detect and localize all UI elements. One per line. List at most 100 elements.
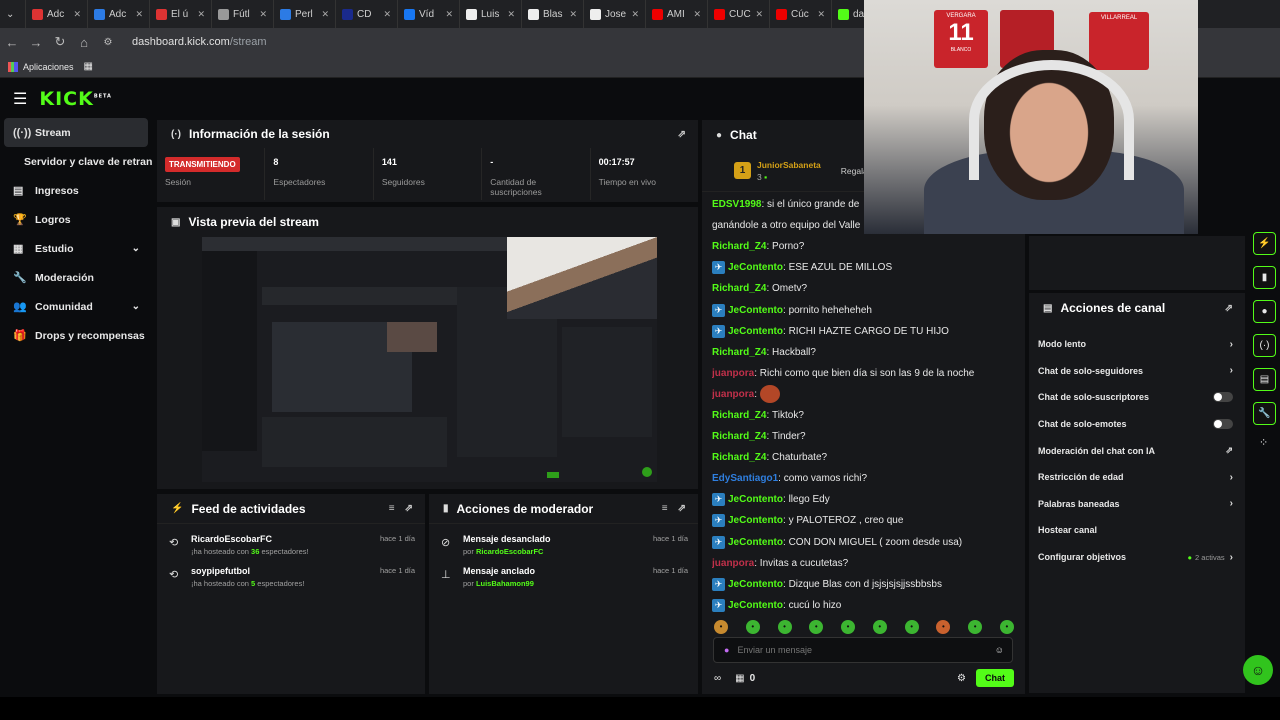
chat-username[interactable]: JeContento [728, 326, 783, 337]
chat-username[interactable]: EDSV1998 [712, 199, 761, 210]
grid-icon[interactable]: ▦ [84, 61, 93, 72]
close-icon[interactable]: ✕ [631, 9, 639, 20]
mic-icon[interactable]: ● [724, 645, 729, 655]
sidebar-item-comunidad[interactable]: 👥 Comunidad ⌄ [0, 292, 152, 321]
close-icon[interactable]: ✕ [197, 9, 205, 20]
chat-username[interactable]: Richard_Z4 [712, 431, 766, 442]
emote-icon[interactable]: • [714, 620, 728, 634]
forward-button[interactable]: → [24, 35, 48, 50]
chat-username[interactable]: juanpora [712, 389, 754, 400]
sidebar-item-moderacion[interactable]: 🔧 Moderación [0, 263, 152, 292]
browser-tab[interactable]: CD ✕ [336, 0, 398, 28]
emote-icon[interactable]: • [872, 620, 887, 634]
browser-tab[interactable]: Adc ✕ [88, 0, 150, 28]
tab-list-button[interactable]: ⌄ [0, 0, 26, 28]
chat-username[interactable]: JeContento [728, 537, 783, 548]
browser-tab[interactable]: Perl ✕ [274, 0, 336, 28]
url-field[interactable]: dashboard.kick.com/stream [132, 36, 267, 48]
channel-action-row[interactable]: Palabras baneadas › [1029, 491, 1245, 518]
menu-icon[interactable]: ☰ [13, 89, 27, 109]
wrench-icon[interactable]: 🔧 [1253, 402, 1276, 425]
close-icon[interactable]: ✕ [73, 9, 81, 20]
channel-action-row[interactable]: Chat de solo-seguidores › [1029, 358, 1245, 385]
sidebar-item-drops[interactable]: 🎁 Drops y recompensas [0, 321, 152, 350]
browser-tab[interactable]: Blas ✕ [522, 0, 584, 28]
external-link-icon[interactable]: ⇗ [1225, 445, 1233, 456]
sidebar-item-logros[interactable]: 🏆 Logros [0, 205, 152, 234]
browser-tab[interactable]: AMI ✕ [646, 0, 708, 28]
browser-tab[interactable]: Cúc ✕ [770, 0, 832, 28]
channel-action-row[interactable]: Configurar objetivos2 activas› [1029, 544, 1245, 571]
emoji-icon[interactable]: ☺ [995, 645, 1004, 655]
browser-tab[interactable]: Víd ✕ [398, 0, 460, 28]
chat-username[interactable]: JeContento [728, 305, 783, 316]
chat-username[interactable]: JeContento [728, 600, 783, 611]
chat-username[interactable]: juanpora [712, 558, 754, 569]
toggle-switch[interactable] [1213, 392, 1233, 403]
back-button[interactable]: ← [0, 35, 24, 50]
emote-icon[interactable]: • [809, 620, 824, 634]
chat-username[interactable]: JeContento [728, 515, 783, 526]
sidebar-item-stream[interactable]: ((·)) Stream [4, 118, 148, 147]
broadcast-icon[interactable]: (·) [1253, 334, 1276, 357]
chat-username[interactable]: JeContento [728, 579, 783, 590]
channel-action-row[interactable]: Restricción de edad › [1029, 464, 1245, 491]
chat-username[interactable]: JeContento [728, 262, 783, 273]
chat-username[interactable]: Richard_Z4 [712, 347, 766, 358]
chat-username[interactable]: Richard_Z4 [712, 283, 766, 294]
emote-icon[interactable]: • [936, 620, 951, 634]
chat-username[interactable]: Richard_Z4 [712, 410, 766, 421]
channel-action-row[interactable]: Moderación del chat con IA ⇗ [1029, 437, 1245, 464]
chat-username[interactable]: juanpora [712, 368, 754, 379]
home-button[interactable]: ⌂ [72, 35, 96, 50]
browser-tab[interactable]: Adc ✕ [26, 0, 88, 28]
close-icon[interactable]: ✕ [445, 9, 453, 20]
channel-action-row[interactable]: Chat de solo-emotes [1029, 411, 1245, 438]
channel-action-row[interactable]: Chat de solo-suscriptores [1029, 384, 1245, 411]
sidebar-item-server-key[interactable]: Servidor y clave de retransmisión [0, 147, 152, 176]
chat-icon[interactable]: ● [1253, 300, 1276, 323]
chat-username[interactable]: Richard_Z4 [712, 452, 766, 463]
emote-icon[interactable]: • [904, 620, 919, 634]
close-icon[interactable]: ✕ [135, 9, 143, 20]
browser-tab[interactable]: Fútl ✕ [212, 0, 274, 28]
browser-tab[interactable]: Luis ✕ [460, 0, 522, 28]
popout-icon[interactable]: ⇗ [678, 503, 686, 514]
chat-message-input[interactable] [737, 645, 968, 655]
popout-icon[interactable]: ⇗ [678, 129, 686, 140]
settings-icon[interactable]: ⚙ [957, 673, 966, 684]
chat-username[interactable]: JeContento [728, 494, 783, 505]
chat-input[interactable]: ● ☺ [713, 637, 1013, 663]
popout-icon[interactable]: ⇗ [1225, 303, 1233, 314]
reload-button[interactable]: ↻ [48, 34, 72, 50]
browser-tab[interactable]: Jose ✕ [584, 0, 646, 28]
sidebar-item-estudio[interactable]: ▦ Estudio ⌄ [0, 234, 152, 263]
popout-icon[interactable]: ⇗ [405, 503, 413, 514]
close-icon[interactable]: ✕ [507, 9, 515, 20]
support-chat-button[interactable]: ☺ [1243, 655, 1273, 685]
emote-icon[interactable]: • [841, 620, 856, 634]
kick-logo[interactable]: KICKBETA [39, 88, 112, 110]
stream-preview-video[interactable] [202, 237, 657, 482]
chat-username[interactable]: EdySantiago1 [712, 473, 778, 484]
bookmark-apps[interactable]: Aplicaciones [23, 62, 74, 72]
close-icon[interactable]: ✕ [383, 9, 391, 20]
clipboard-icon[interactable]: ▮ [1253, 266, 1276, 289]
close-icon[interactable]: ✕ [817, 9, 825, 20]
filter-icon[interactable]: ≡ [389, 503, 395, 514]
browser-tab[interactable]: CUC ✕ [708, 0, 770, 28]
send-chat-button[interactable]: Chat [976, 669, 1014, 687]
toggle-switch[interactable] [1213, 419, 1233, 430]
close-icon[interactable]: ✕ [569, 9, 577, 20]
filter-icon[interactable]: ≡ [662, 503, 668, 514]
emote-icon[interactable]: • [968, 620, 983, 634]
community-icon[interactable]: ∞ [714, 673, 721, 684]
community-icon[interactable]: ⁘ [1259, 436, 1280, 449]
browser-tab[interactable]: El ú ✕ [150, 0, 212, 28]
sidebar-item-ingresos[interactable]: ▤ Ingresos [0, 176, 152, 205]
channel-action-row[interactable]: Modo lento › [1029, 331, 1245, 358]
channel-action-row[interactable]: Hostear canal [1029, 517, 1245, 544]
emote-icon[interactable]: • [777, 620, 792, 634]
bolt-icon[interactable]: ⚡ [1253, 232, 1276, 255]
close-icon[interactable]: ✕ [755, 9, 763, 20]
